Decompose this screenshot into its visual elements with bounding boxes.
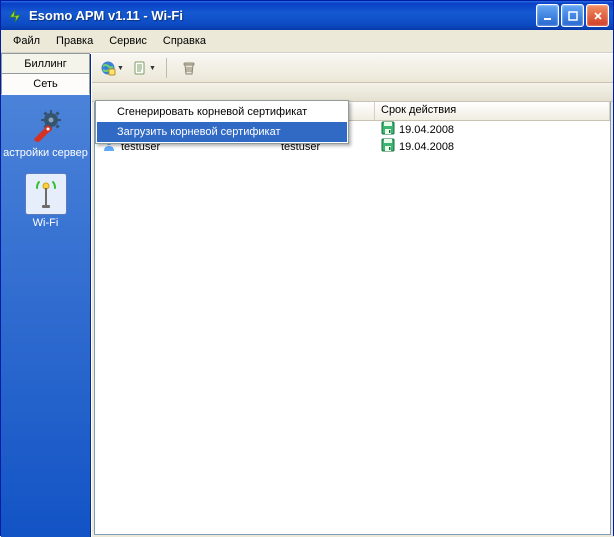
menubar: Файл Правка Сервис Справка (1, 30, 613, 53)
chevron-down-icon: ▼ (117, 65, 124, 72)
menu-help[interactable]: Справка (155, 32, 214, 50)
document-icon (132, 60, 148, 76)
menu-file[interactable]: Файл (5, 32, 48, 50)
client-area: Биллинг Сеть астройки сервер (1, 53, 613, 537)
toolbar: ▼ ▼ (92, 54, 613, 83)
sidebar-item-server-settings[interactable]: астройки сервер (5, 101, 87, 163)
titlebar: Esomo APM v1.11 - Wi-Fi (1, 1, 613, 30)
toolbar-doc-button[interactable]: ▼ (130, 56, 158, 80)
menu-service[interactable]: Сервис (101, 32, 155, 50)
window-title: Esomo APM v1.11 - Wi-Fi (29, 8, 536, 23)
sidebar: Биллинг Сеть астройки сервер (1, 54, 91, 537)
sidebar-item-wifi[interactable]: Wi-Fi (5, 169, 87, 233)
minimize-button[interactable] (536, 4, 559, 27)
menu-generate-root-cert[interactable]: Сгенерировать корневой сертификат (97, 102, 347, 122)
app-window: Esomo APM v1.11 - Wi-Fi Файл Правка Серв… (0, 0, 614, 536)
maximize-button[interactable] (561, 4, 584, 27)
toolbar-delete-button[interactable] (175, 56, 203, 80)
cell-expires: 19.04.2008 (375, 121, 610, 138)
grid-header-expires[interactable]: Срок действия (375, 102, 610, 120)
app-icon (7, 8, 23, 24)
close-button[interactable] (586, 4, 609, 27)
toolbar-separator (166, 58, 167, 78)
floppy-icon (381, 138, 395, 155)
certificate-dropdown: Сгенерировать корневой сертификат Загруз… (95, 100, 349, 144)
window-controls (536, 4, 609, 27)
globe-icon (100, 60, 116, 76)
menu-load-root-cert[interactable]: Загрузить корневой сертификат (97, 122, 347, 142)
floppy-icon (381, 121, 395, 138)
wifi-antenna-icon (25, 173, 67, 215)
trash-icon (181, 60, 197, 76)
sidebar-tab-billing[interactable]: Биллинг (1, 53, 90, 74)
wrench-gear-icon (26, 105, 66, 145)
sidebar-item-label: Wi-Fi (3, 217, 89, 229)
users-grid[interactable]: Срок действия superusersuperuser19.04.20… (94, 102, 611, 535)
menu-edit[interactable]: Правка (48, 32, 101, 50)
sidebar-item-label: астройки сервер (3, 147, 89, 159)
chevron-down-icon: ▼ (149, 65, 156, 72)
main-panel: ▼ ▼ (91, 54, 613, 537)
toolbar-globe-button[interactable]: ▼ (98, 56, 126, 80)
sidebar-tab-network[interactable]: Сеть (1, 73, 90, 95)
cell-expires: 19.04.2008 (375, 138, 610, 155)
